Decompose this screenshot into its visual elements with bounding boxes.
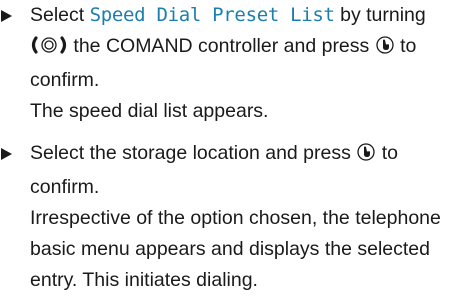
step-text: Select [30,4,90,26]
instruction-step-2: Select the storage location and press to… [0,138,466,296]
step-text: the COMAND controller and press [68,35,375,57]
step-arrow-icon [1,10,12,22]
step-text: Select the storage location and press [30,142,357,164]
press-controller-icon [356,141,376,172]
instruction-document: Select Speed Dial Preset List by turning… [0,0,466,296]
turn-controller-icon [30,34,68,65]
step-text: by turning [334,4,426,26]
step-result: Irrespective of the option chosen, the t… [30,207,441,291]
instruction-step-1: Select Speed Dial Preset List by turning… [0,0,466,127]
menu-item-name: Speed Dial Preset List [89,4,335,26]
step-arrow-icon [1,148,12,160]
step-result: The speed dial list appears. [30,100,269,122]
press-controller-icon [375,34,395,65]
